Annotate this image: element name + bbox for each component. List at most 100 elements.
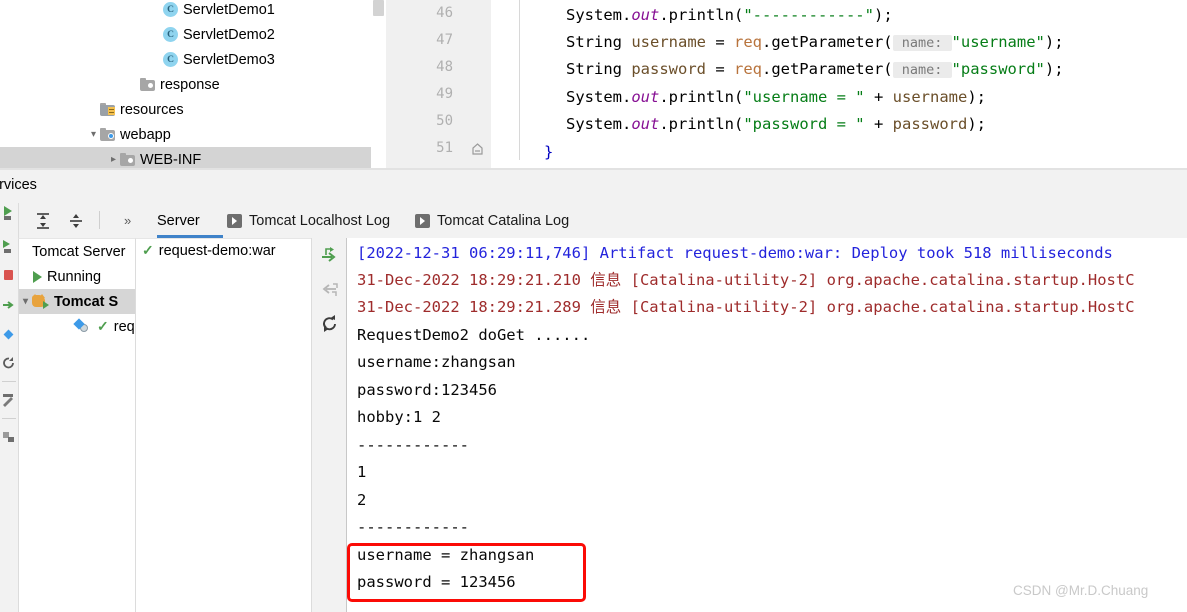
code-token: ); (967, 88, 986, 106)
code-token: "username" (952, 33, 1045, 51)
rerun-suite-icon[interactable] (1, 239, 17, 255)
rerun-icon[interactable] (1, 205, 17, 221)
chevron-down-icon[interactable]: ▾ (19, 296, 32, 307)
debug-icon[interactable] (1, 327, 17, 343)
deployment-artifact-row[interactable]: ✓ request-demo:war (142, 242, 276, 259)
services-tree-label: Tomcat Server (32, 244, 125, 260)
green-check-icon: ✓ (142, 242, 154, 259)
parameter-hint: name: (893, 62, 952, 78)
code-token: .getParameter( (762, 60, 893, 78)
tree-item-resources[interactable]: resources (0, 97, 371, 122)
project-tree-panel[interactable]: CServletDemo1CServletDemo2CServletDemo3 r… (0, 0, 371, 170)
code-token: "password = " (743, 115, 864, 133)
code-line: System.out.println("password = " + passw… (566, 111, 986, 138)
project-tree-scrollbar[interactable] (372, 0, 385, 170)
tree-item-servletdemo2[interactable]: CServletDemo2 (0, 22, 371, 47)
scrollbar-thumb[interactable] (373, 0, 384, 16)
code-token: out (631, 6, 659, 24)
toolbar-divider (2, 381, 16, 382)
deployment-list[interactable]: ✓ request-demo:war (135, 238, 311, 612)
tab-tomcat-catalina-log[interactable]: Tomcat Catalina Log (415, 203, 591, 238)
services-tree-item-running[interactable]: Running (19, 264, 135, 289)
code-token: .println( (659, 88, 743, 106)
code-fold-icon[interactable] (471, 142, 484, 155)
services-tree-label: Running (47, 269, 101, 285)
services-tabstrip[interactable]: Server Tomcat Localhost Log Tomcat Catalin… (135, 203, 1187, 238)
tree-item-label: response (160, 77, 220, 93)
tab-label: Tomcat Localhost Log (249, 213, 390, 229)
edit-configuration-icon[interactable] (1, 393, 17, 409)
java-class-icon: C (163, 52, 178, 67)
tree-item-label: webapp (120, 127, 171, 143)
editor-indent-guide (519, 0, 520, 160)
code-token: .println( (659, 115, 743, 133)
code-token: ); (874, 6, 893, 24)
tree-item-response[interactable]: response (0, 72, 371, 97)
services-server-tree[interactable]: Tomcat Server Running ▾ Tomcat S ✓req (18, 238, 135, 612)
webapp-folder-icon (100, 128, 115, 141)
run-toolbar[interactable] (0, 203, 18, 612)
editor-gutter: 464748495051 (386, 0, 491, 170)
tree-item-webapp[interactable]: ▾ webapp (0, 122, 371, 147)
services-panel-toolbar[interactable]: » (18, 203, 135, 238)
code-token: password (631, 60, 706, 78)
console-line: hobby:1 2 (357, 404, 441, 431)
code-token: System. (566, 115, 631, 133)
restart-icon[interactable] (1, 355, 17, 371)
tab-tomcat-localhost-log[interactable]: Tomcat Localhost Log (227, 203, 409, 238)
console-line: 2 (357, 487, 366, 514)
console-line: 1 (357, 459, 366, 486)
run-triangle-icon (33, 271, 42, 283)
tree-item-servletdemo3[interactable]: CServletDemo3 (0, 47, 371, 72)
code-line: String password = req.getParameter( name… (566, 56, 1064, 84)
console-output[interactable]: [2022-12-31 06:29:11,746] Artifact reque… (346, 238, 1187, 612)
code-token: req (734, 33, 762, 51)
chevron-down-icon[interactable]: ▾ (87, 129, 100, 140)
tree-item-label: WEB-INF (140, 152, 201, 168)
code-token: ); (1045, 60, 1064, 78)
tree-item-web-inf[interactable]: ▸ WEB-INF (0, 147, 371, 170)
stop-icon[interactable] (1, 267, 17, 283)
services-tool-window: ervices (0, 170, 1187, 612)
collapse-all-icon[interactable] (67, 212, 85, 230)
code-line: } (544, 139, 553, 166)
code-line: String username = req.getParameter( name… (566, 29, 1064, 57)
console-line: password:123456 (357, 377, 497, 404)
code-token: username (893, 88, 968, 106)
tree-item-servletdemo1[interactable]: CServletDemo1 (0, 0, 371, 22)
chevron-right-icon[interactable]: ▸ (107, 154, 120, 165)
tab-label: Tomcat Catalina Log (437, 213, 569, 229)
expand-all-icon[interactable] (34, 212, 52, 230)
services-tree-item-req[interactable]: ✓req (19, 314, 135, 339)
services-title: ervices (0, 177, 37, 193)
console-line: password = 123456 (357, 569, 516, 596)
line-number: 47 (436, 32, 453, 48)
undeploy-icon[interactable] (320, 280, 339, 299)
toolbar-overflow-icon[interactable]: » (124, 213, 130, 228)
tab-server[interactable]: Server (157, 203, 223, 238)
deploy-icon[interactable] (320, 246, 339, 265)
parameter-hint: name: (893, 35, 952, 51)
services-tree-item-tomcat-s[interactable]: ▾ Tomcat S (19, 289, 135, 314)
line-number: 49 (436, 86, 453, 102)
services-tree-label: Tomcat S (54, 294, 118, 310)
watermark: CSDN @Mr.D.Chuang (1013, 583, 1148, 598)
editor-top-area: CServletDemo1CServletDemo2CServletDemo3 r… (0, 0, 1187, 170)
code-token: System. (566, 6, 631, 24)
folder-icon (140, 78, 155, 91)
services-tree-label: req (114, 319, 135, 335)
console-gutter-toolbar[interactable] (311, 238, 347, 612)
code-token: + (865, 115, 893, 133)
line-number: 50 (436, 113, 453, 129)
console-line: ------------ (357, 432, 469, 459)
code-token: = (706, 33, 734, 51)
deploy-all-icon[interactable] (1, 298, 17, 314)
redeploy-icon[interactable] (320, 314, 339, 333)
code-editor[interactable]: 464748495051 System.out.println("-------… (386, 0, 1187, 170)
settings-icon[interactable] (1, 429, 17, 445)
code-token: + (865, 88, 893, 106)
code-token: } (544, 143, 553, 161)
code-token: String (566, 60, 631, 78)
services-tree-item-tomcat-server[interactable]: Tomcat Server (19, 239, 135, 264)
code-token: "username = " (743, 88, 864, 106)
